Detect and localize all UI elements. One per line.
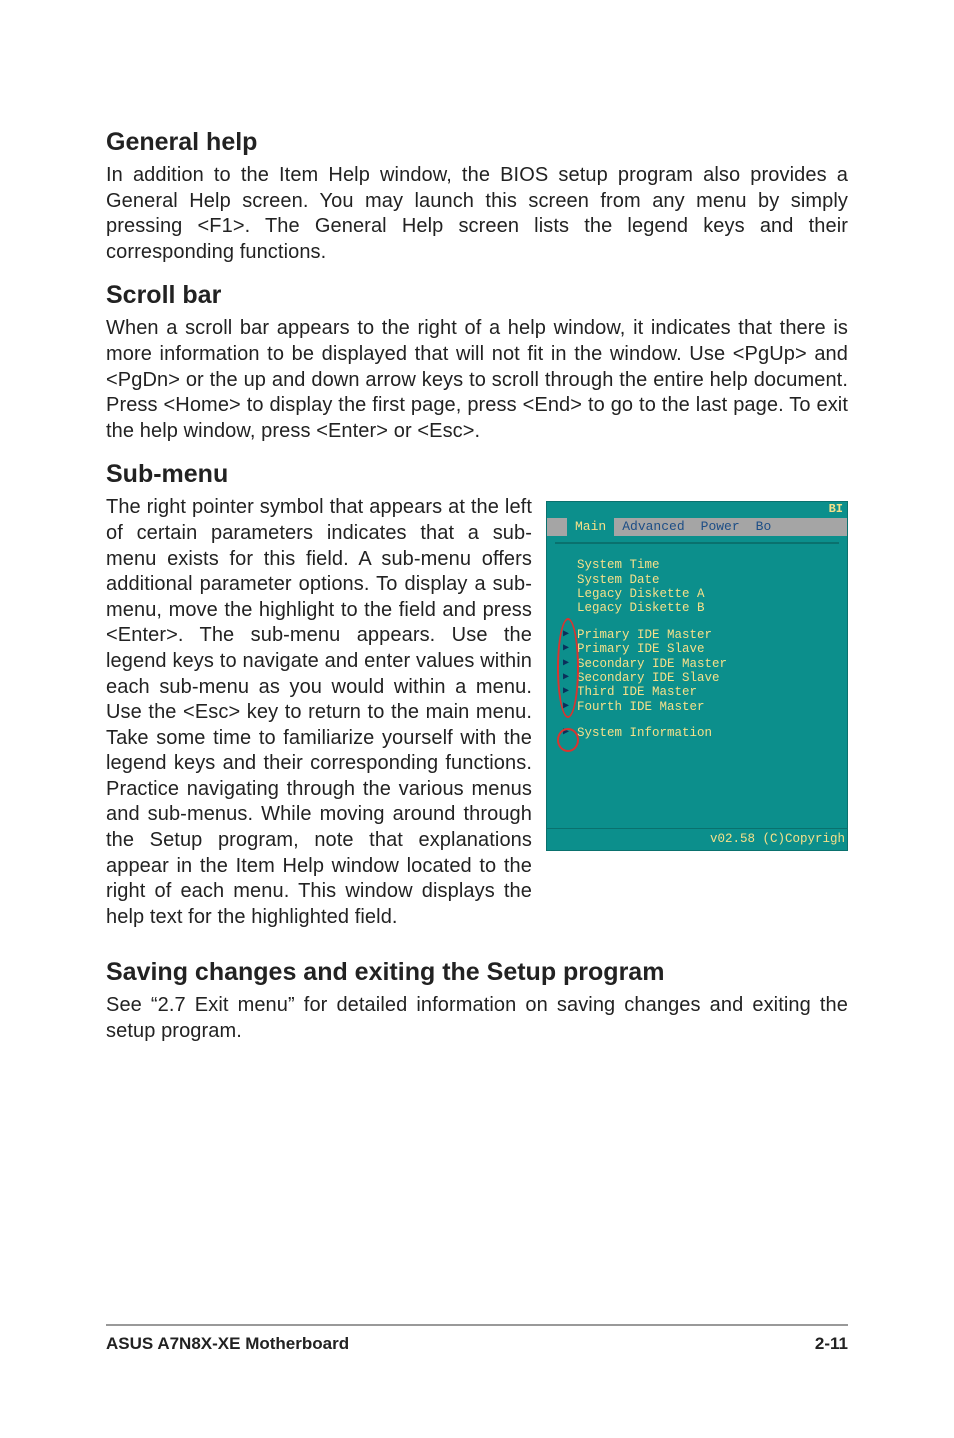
bios-item[interactable]: Legacy Diskette A (577, 587, 835, 601)
bios-screenshot: BI Main Advanced Power Bo System Time Sy… (546, 501, 848, 938)
paragraph-general-help: In addition to the Item Help window, the… (106, 163, 848, 265)
bios-submenu-item[interactable]: Primary IDE Slave (577, 642, 835, 656)
bios-tab-advanced[interactable]: Advanced (614, 518, 692, 536)
bios-item[interactable]: Legacy Diskette B (577, 601, 835, 615)
footer-page-number: 2-11 (815, 1334, 848, 1354)
bios-tab-bar: Main Advanced Power Bo (557, 518, 847, 536)
page-footer: ASUS A7N8X-XE Motherboard 2-11 (106, 1324, 848, 1354)
bios-item[interactable]: System Date (577, 573, 835, 587)
bios-footer: v02.58 (C)Copyrigh (547, 828, 847, 850)
paragraph-saving: See “2.7 Exit menu” for detailed informa… (106, 993, 848, 1044)
heading-saving: Saving changes and exiting the Setup pro… (106, 958, 848, 987)
bios-tab-power[interactable]: Power (693, 518, 748, 536)
bios-submenu-item[interactable]: Secondary IDE Master (577, 657, 835, 671)
bios-submenu-item[interactable]: Third IDE Master (577, 685, 835, 699)
bios-item[interactable]: System Time (577, 558, 835, 572)
footer-product: ASUS A7N8X-XE Motherboard (106, 1334, 349, 1354)
heading-scroll-bar: Scroll bar (106, 281, 848, 310)
bios-body: System Time System Date Legacy Diskette … (555, 542, 839, 826)
bios-header-text: BI (829, 502, 843, 516)
bios-submenu-item[interactable]: System Information (577, 726, 835, 740)
document-page: General help In addition to the Item Hel… (0, 0, 954, 1438)
paragraph-sub-menu: The right pointer symbol that appears at… (106, 495, 532, 930)
bios-tab-main[interactable]: Main (567, 518, 614, 536)
paragraph-scroll-bar: When a scroll bar appears to the right o… (106, 316, 848, 444)
bios-submenu-item[interactable]: Secondary IDE Slave (577, 671, 835, 685)
bios-submenu-item[interactable]: Fourth IDE Master (577, 700, 835, 714)
heading-general-help: General help (106, 128, 848, 157)
heading-sub-menu: Sub-menu (106, 460, 848, 489)
bios-tab-boot[interactable]: Bo (748, 518, 780, 536)
footer-divider (106, 1324, 848, 1326)
bios-submenu-item[interactable]: Primary IDE Master (577, 628, 835, 642)
